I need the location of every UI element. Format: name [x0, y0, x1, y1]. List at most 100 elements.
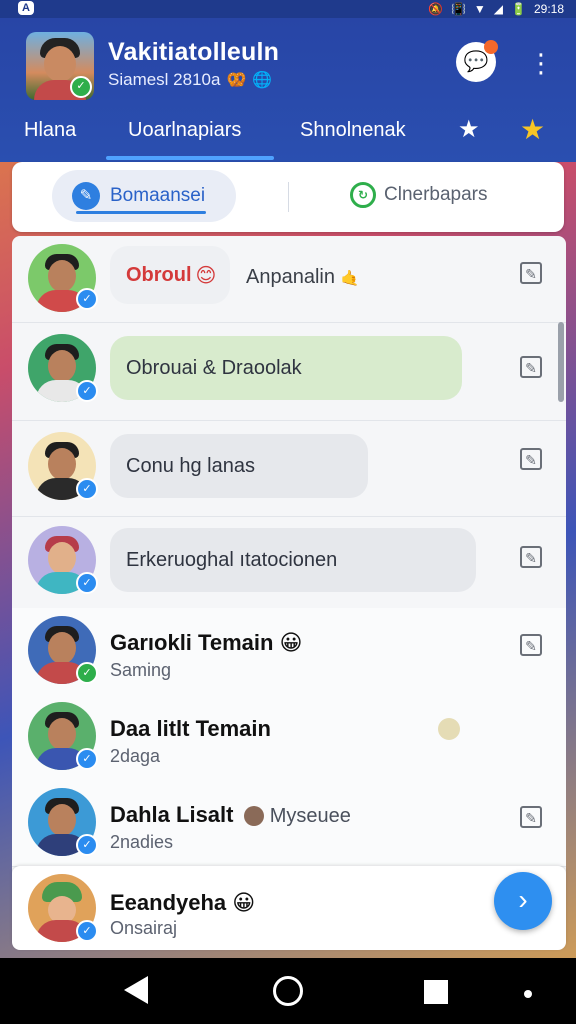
contact-extra: Myseuee [269, 805, 351, 827]
verified-icon: ✓ [76, 834, 98, 856]
back-icon[interactable] [124, 976, 148, 1004]
wifi-icon: ▼ [473, 2, 486, 16]
verified-icon: ✓ [76, 288, 98, 310]
bubble-text: Obrouai & Draoolak [126, 356, 302, 379]
segment-divider [288, 182, 289, 212]
edit-icon[interactable]: ✎ [520, 448, 542, 470]
pen-icon: ✎ [72, 182, 100, 210]
tab-third[interactable]: Shnolnenak [300, 114, 406, 160]
chevron-right-icon[interactable]: › [494, 872, 552, 930]
notification-dot [484, 40, 498, 54]
edit-icon[interactable]: ✎ [520, 356, 542, 378]
contact-name: Eeandyeha 😀 [110, 890, 255, 916]
edit-icon[interactable]: ✎ [520, 806, 542, 828]
avatar-face [44, 46, 76, 82]
avatar-face [48, 542, 76, 574]
star-gold-icon[interactable]: ★ [520, 114, 545, 160]
star-outline-icon[interactable]: ★ [458, 114, 480, 160]
contact-status: 2nadies [110, 832, 174, 852]
smile-icon: 😊 [195, 264, 217, 287]
online-check-icon: ✓ [76, 662, 98, 684]
avatar-face [48, 632, 76, 664]
more-options-icon[interactable]: ⋮ [528, 48, 554, 84]
bubble-text: Erkeruoghal ıtatocionen [126, 548, 338, 571]
subtitle-text: Siamesl 2810a [108, 70, 221, 89]
contact-name: Daa litlt Temain [110, 716, 271, 741]
assistant-dot-icon[interactable] [524, 990, 532, 998]
page-title: Vakitiatolleuln [108, 38, 280, 66]
active-tab-indicator [106, 156, 274, 160]
list-item[interactable]: ✓ Dahla Lisalt Myseuee 2nadies ✎ [12, 780, 566, 867]
edit-icon[interactable]: ✎ [520, 546, 542, 568]
message-bubble: Erkeruoghal ıtatocionen [110, 528, 476, 592]
contact-name-text: Eeandyeha [110, 890, 227, 915]
system-icons: 🔕 📳 ▼ ◢ 🔋 29:18 [428, 0, 564, 18]
scrollbar[interactable] [558, 322, 564, 402]
avatar-face [48, 448, 76, 480]
app-header: ✓ Vakitiatolleuln Siamesl 2810a 🥨 🌐 💬 ⋮ … [0, 18, 576, 162]
avatar-face [48, 350, 76, 382]
segment-control: ✎ Bomaansei ↻ Clnerbapars [12, 162, 564, 232]
contact-status: Saming [110, 660, 172, 680]
side-text: Anpanalin 🤙 [246, 266, 359, 289]
verified-icon: ✓ [76, 748, 98, 770]
message-bubble: Obrouai & Draoolak [110, 336, 462, 400]
online-check-icon: ✓ [70, 76, 92, 98]
system-nav-bar [0, 958, 576, 1024]
verified-icon: ✓ [76, 920, 98, 942]
conversation-list: ✓ Obroul 😊 Anpanalin 🤙 ✎ ✓ Obrouai & Dra… [12, 236, 566, 948]
segment-underline [76, 211, 206, 214]
message-bubble: Obroul 😊 [110, 246, 230, 304]
list-item[interactable]: ✓ Erkeruoghal ıtatocionen ✎ [12, 516, 566, 609]
message-bubble: Conu hg lanas [110, 434, 368, 498]
edit-icon[interactable]: ✎ [520, 262, 542, 284]
unread-dot [438, 718, 460, 740]
home-icon[interactable] [273, 976, 303, 1006]
chat-bubble-icon[interactable]: 💬 [456, 40, 498, 82]
list-item[interactable]: ✓ Garıokli Temain 😀 Saming ✎ [12, 608, 566, 695]
tab-home[interactable]: Hlana [24, 114, 76, 160]
segment-left-label: Bomaansei [110, 185, 206, 206]
avatar-face [48, 718, 76, 750]
edit-icon[interactable]: ✎ [520, 634, 542, 656]
profile-avatar[interactable]: ✓ [26, 32, 94, 100]
pretzel-icon: 🥨 [226, 72, 247, 89]
vibrate-icon: 📳 [450, 2, 466, 16]
refresh-chat-icon: ↻ [350, 182, 376, 208]
list-item[interactable]: ✓ Obroul 😊 Anpanalin 🤙 ✎ [12, 236, 566, 323]
tab-bar: Hlana Uoarlnapiars Shnolnenak ★ ★ [0, 114, 576, 160]
avatar-face [48, 260, 76, 292]
grin-icon: 😀 [279, 630, 303, 655]
tab-active[interactable]: Uoarlnapiars [128, 114, 241, 160]
list-item[interactable]: ✓ Daa litlt Temain 2daga [12, 694, 566, 781]
verified-icon: ✓ [76, 478, 98, 500]
hand-icon: 🤙 [340, 270, 360, 287]
grin-icon: 😀 [232, 890, 256, 915]
contact-name: Dahla Lisalt Myseuee [110, 802, 351, 828]
bubble-text: Conu hg lanas [126, 454, 255, 477]
list-item[interactable]: ✓ Conu hg lanas ✎ [12, 420, 566, 517]
list-item[interactable]: ✓ Eeandyeha 😀 Onsairaj [12, 866, 566, 950]
bubble-text: Obroul [126, 263, 192, 286]
side-label: Anpanalin [246, 266, 335, 288]
recents-icon[interactable] [424, 980, 448, 1004]
status-bar: A 🔕 📳 ▼ ◢ 🔋 29:18 [0, 0, 576, 18]
verified-icon: ✓ [76, 572, 98, 594]
page-subtitle: Siamesl 2810a 🥨 🌐 [108, 70, 272, 90]
verified-icon: ✓ [76, 380, 98, 402]
chat-glyph: 💬 [463, 51, 489, 73]
contact-name-text: Garıokli Temain [110, 630, 274, 655]
clock: 29:18 [533, 2, 564, 16]
mini-avatar [243, 806, 264, 827]
globe-icon: 🌐 [252, 72, 273, 89]
segment-left-button[interactable]: ✎ Bomaansei [52, 170, 236, 222]
contact-status: 2daga [110, 746, 161, 766]
segment-right-label: Clnerbapars [384, 184, 488, 205]
list-item[interactable]: ✓ Obrouai & Draoolak ✎ [12, 322, 566, 421]
contact-name: Garıokli Temain 😀 [110, 630, 302, 656]
app-badge-icon: A [18, 1, 34, 15]
avatar-face [48, 804, 76, 836]
battery-icon: 🔋 [511, 2, 526, 16]
mute-icon: 🔕 [427, 2, 443, 16]
segment-right-button[interactable]: ↻ Clnerbapars [350, 182, 488, 208]
